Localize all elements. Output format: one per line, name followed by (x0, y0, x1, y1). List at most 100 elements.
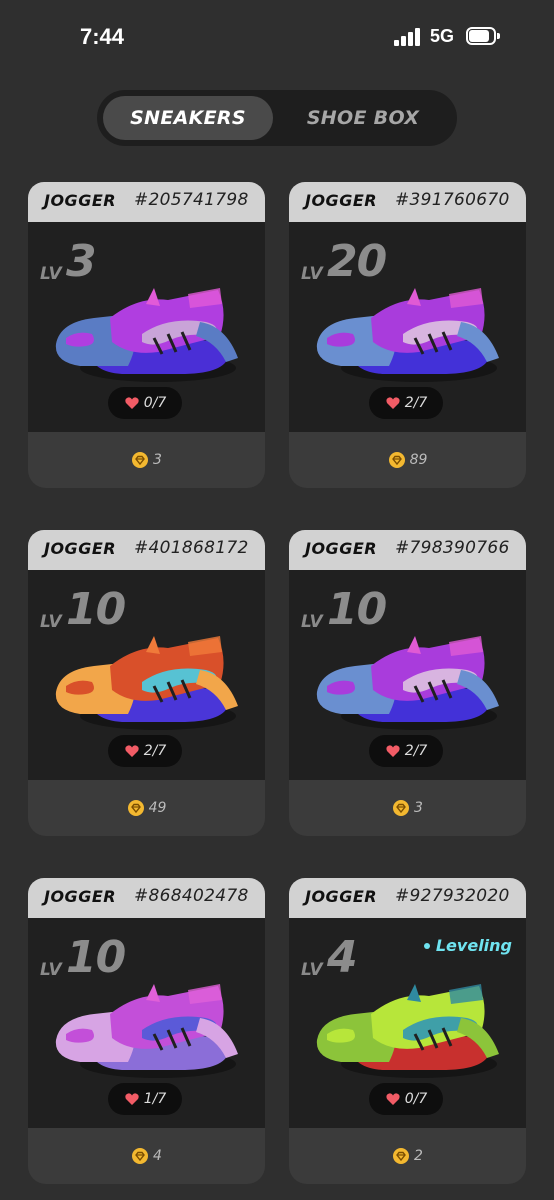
sneaker-card[interactable]: JOGGER #868402478 LV 10 1/7 4 (28, 878, 265, 1188)
durability-value: 0/7 (143, 395, 167, 411)
level-label: LV (301, 960, 323, 980)
level-value: 10 (327, 584, 387, 635)
sneaker-type: JOGGER (305, 887, 378, 906)
sneaker-image (55, 288, 238, 382)
gem-coin-icon (127, 800, 144, 816)
gem-coin-icon (393, 1148, 410, 1164)
sneaker-image (316, 636, 499, 730)
sneaker-id: #798390766 (395, 538, 510, 558)
sneaker-card[interactable]: JOGGER #798390766 LV 10 2/7 3 (289, 530, 526, 840)
heart-icon (125, 745, 139, 757)
sneaker-image (55, 984, 238, 1078)
heart-icon (125, 397, 139, 409)
sneaker-image (316, 288, 499, 382)
segmented-tabs: SNEAKERS SHOE BOX (97, 90, 457, 146)
card-header: JOGGER #391760670 (289, 182, 526, 222)
battery-icon (466, 27, 500, 47)
level-value: 10 (66, 932, 126, 983)
card-footer: 3 (289, 780, 526, 836)
card-body: LV 10 1/7 (28, 918, 265, 1128)
level-label: LV (40, 960, 62, 980)
level-value: 20 (327, 236, 387, 287)
card-footer: 3 (28, 432, 265, 488)
sneaker-id: #927932020 (395, 886, 510, 906)
sneaker-id: #401868172 (134, 538, 249, 558)
card-body: LV 3 0/7 (28, 222, 265, 432)
card-header: JOGGER #927932020 (289, 878, 526, 918)
status-tag: Leveling (423, 936, 512, 955)
sneaker-type: JOGGER (44, 539, 117, 558)
status-bar: 7:44 5G (0, 0, 554, 76)
mint-value: 3 (414, 800, 423, 816)
mint-value: 3 (153, 452, 162, 468)
mint-count: 4 (28, 1128, 265, 1184)
card-footer: 4 (28, 1128, 265, 1184)
sneaker-type: JOGGER (305, 191, 378, 210)
sneaker-type: JOGGER (305, 539, 378, 558)
sneaker-image (316, 984, 499, 1078)
card-body: LV 4 Leveling 0/7 (289, 918, 526, 1128)
status-text: Leveling (435, 936, 512, 955)
durability-value: 2/7 (404, 743, 428, 759)
durability-badge: 2/7 (369, 735, 443, 767)
sneaker-type: JOGGER (44, 191, 117, 210)
level-label: LV (40, 612, 62, 632)
durability-badge: 2/7 (369, 387, 443, 419)
durability-badge: 1/7 (108, 1083, 182, 1115)
sneaker-card[interactable]: JOGGER #205741798 LV 3 0/7 3 (28, 182, 265, 492)
sneaker-type: JOGGER (44, 887, 117, 906)
gem-coin-icon (388, 452, 405, 468)
sneaker-id: #868402478 (134, 886, 249, 906)
tab-sneakers[interactable]: SNEAKERS (103, 96, 273, 140)
sneaker-image (55, 636, 238, 730)
card-body: LV 10 2/7 (289, 570, 526, 780)
mint-count: 2 (289, 1128, 526, 1184)
sneaker-id: #205741798 (134, 190, 249, 210)
mint-count: 49 (28, 780, 265, 836)
gem-coin-icon (132, 452, 149, 468)
mint-value: 49 (148, 800, 167, 816)
level-value: 10 (66, 584, 126, 635)
gem-coin-icon (132, 1148, 149, 1164)
card-header: JOGGER #401868172 (28, 530, 265, 570)
mint-count: 3 (289, 780, 526, 836)
durability-value: 1/7 (143, 1091, 167, 1107)
durability-value: 2/7 (404, 395, 428, 411)
card-body: LV 20 2/7 (289, 222, 526, 432)
durability-badge: 0/7 (108, 387, 182, 419)
card-header: JOGGER #868402478 (28, 878, 265, 918)
mint-value: 4 (153, 1148, 162, 1164)
heart-icon (125, 1093, 139, 1105)
card-footer: 2 (289, 1128, 526, 1184)
sneaker-id: #391760670 (395, 190, 510, 210)
durability-badge: 2/7 (108, 735, 182, 767)
card-header: JOGGER #205741798 (28, 182, 265, 222)
card-body: LV 10 2/7 (28, 570, 265, 780)
card-header: JOGGER #798390766 (289, 530, 526, 570)
mint-count: 89 (289, 432, 526, 488)
durability-value: 2/7 (143, 743, 167, 759)
durability-value: 0/7 (404, 1091, 428, 1107)
card-footer: 89 (289, 432, 526, 488)
level-label: LV (40, 264, 62, 284)
durability-badge: 0/7 (369, 1083, 443, 1115)
heart-icon (386, 745, 400, 757)
status-time: 7:44 (80, 24, 125, 49)
sneaker-card[interactable]: JOGGER #927932020 LV 4 Leveling 0/7 2 (289, 878, 526, 1188)
tab-shoe-box[interactable]: SHOE BOX (277, 96, 449, 140)
mint-value: 89 (409, 452, 428, 468)
sneaker-card[interactable]: JOGGER #391760670 LV 20 2/7 89 (289, 182, 526, 492)
sneaker-card[interactable]: JOGGER #401868172 LV 10 2/7 49 (28, 530, 265, 840)
level-label: LV (301, 264, 323, 284)
level-value: 4 (327, 932, 358, 983)
level-value: 3 (66, 236, 97, 287)
level-label: LV (301, 612, 323, 632)
mint-count: 3 (28, 432, 265, 488)
gem-coin-icon (393, 800, 410, 816)
heart-icon (386, 397, 400, 409)
network-label: 5G (430, 26, 455, 46)
status-dot-icon (423, 942, 430, 949)
heart-icon (386, 1093, 400, 1105)
card-footer: 49 (28, 780, 265, 836)
signal-icon (394, 28, 422, 46)
